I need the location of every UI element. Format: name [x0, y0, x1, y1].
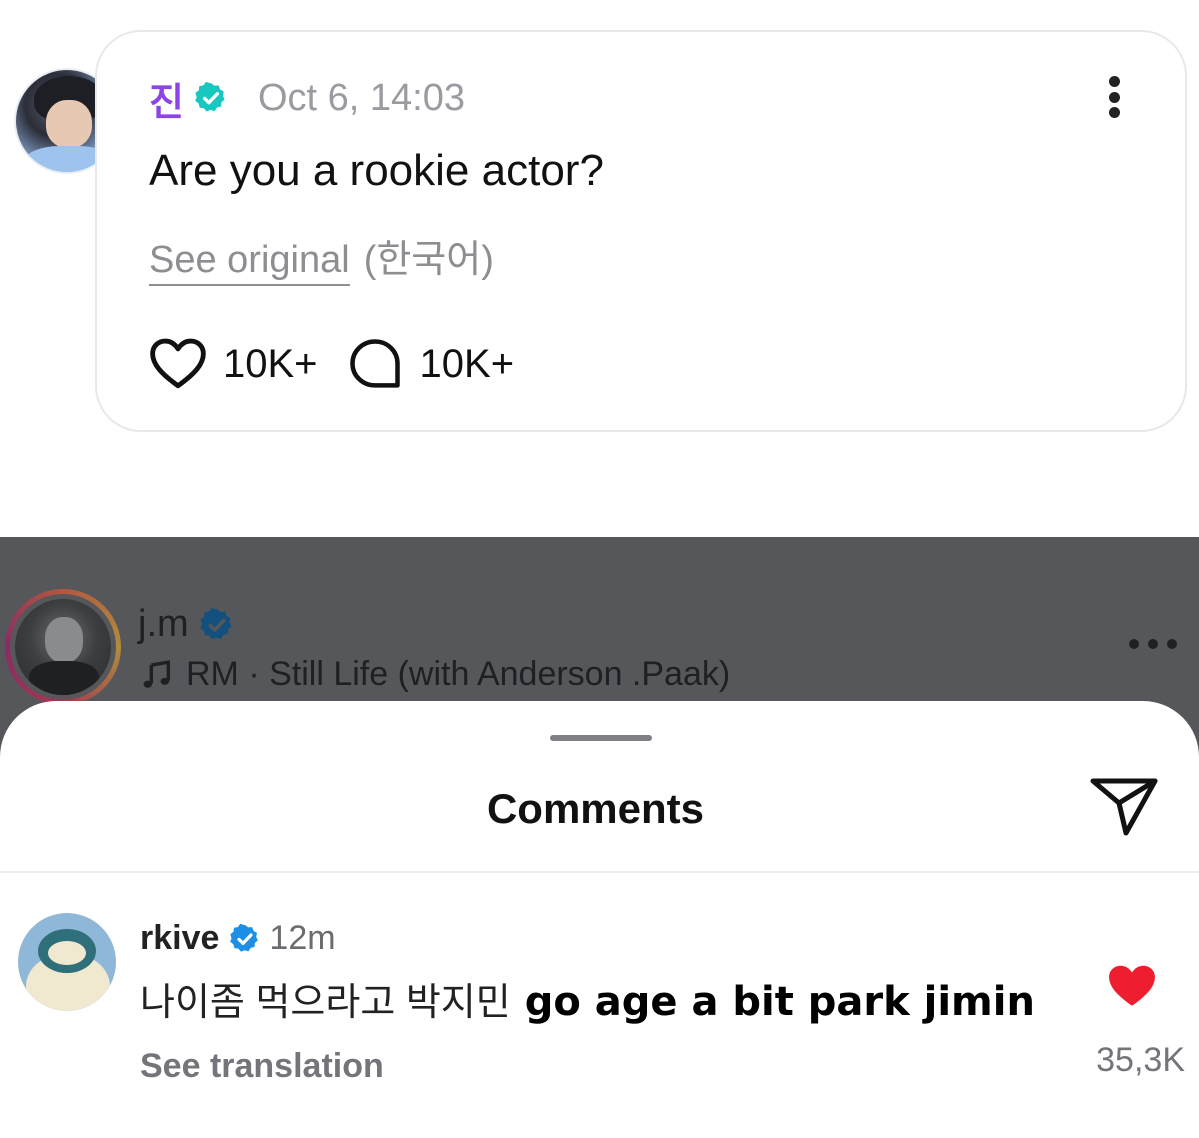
post-card: 진 Oct 6, 14:03 Are you a rookie actor? S… [95, 30, 1187, 432]
see-original: See original (한국어) [149, 228, 494, 286]
comment-text-english: go age a bit park jimin [524, 979, 1035, 1025]
verified-badge-icon [230, 923, 259, 952]
music-note-icon [143, 659, 171, 688]
sheet-drag-handle[interactable] [550, 735, 652, 741]
like-count: 10K+ [223, 341, 318, 386]
comment-username[interactable]: rkive [140, 919, 219, 958]
music-label: RM · Still Life (with Anderson .Paak) [186, 655, 731, 693]
instagram-section: j.m RM · Still Life (with Anderson .Paak… [0, 537, 1199, 1138]
comment-count: 10K+ [419, 341, 515, 386]
more-horizontal-icon[interactable] [1129, 639, 1177, 649]
comment-text: 나이좀 먹으라고 박지민 go age a bit park jimin [140, 971, 1035, 1026]
verified-badge-icon [195, 81, 225, 112]
more-vertical-icon[interactable] [1107, 76, 1121, 118]
post-header: 진 Oct 6, 14:03 [149, 76, 465, 124]
ig-post-header: j.m [138, 603, 235, 646]
comment-user-avatar[interactable] [18, 913, 116, 1011]
music-info[interactable]: RM · Still Life (with Anderson .Paak) [140, 655, 730, 694]
heart-filled-icon[interactable] [1107, 963, 1157, 1009]
comment-header: rkive 12m [140, 919, 336, 958]
comment-button[interactable]: 10K+ [346, 337, 515, 391]
story-ring-avatar[interactable] [5, 589, 121, 705]
comment-time: 12m [269, 919, 336, 957]
divider [0, 871, 1199, 873]
comment-like-count: 35,3K [1096, 1041, 1185, 1079]
like-button[interactable]: 10K+ [149, 337, 318, 391]
share-send-icon[interactable] [1089, 775, 1159, 839]
comment-bubble-icon [349, 339, 400, 388]
verified-badge-icon [200, 607, 232, 639]
post-text: Are you a rookie actor? [149, 146, 604, 195]
comment-text-korean: 나이좀 먹으라고 박지민 [140, 982, 511, 1024]
see-translation-link[interactable]: See translation [140, 1047, 384, 1086]
comments-sheet: Comments rkive 12m 나이좀 먹으라고 박지민 go age a… [0, 701, 1199, 1138]
heart-outline-icon [150, 338, 206, 389]
post-author-name[interactable]: 진 [149, 71, 184, 126]
ig-username[interactable]: j.m [138, 603, 189, 646]
avatar [15, 599, 111, 695]
post-actions: 10K+ 10K+ [149, 336, 514, 392]
see-original-link[interactable]: See original [149, 239, 350, 286]
original-language-label: (한국어) [363, 239, 494, 281]
post-timestamp: Oct 6, 14:03 [257, 76, 465, 119]
weverse-post-section: 진 Oct 6, 14:03 Are you a rookie actor? S… [0, 0, 1199, 537]
sheet-title: Comments [486, 785, 705, 832]
